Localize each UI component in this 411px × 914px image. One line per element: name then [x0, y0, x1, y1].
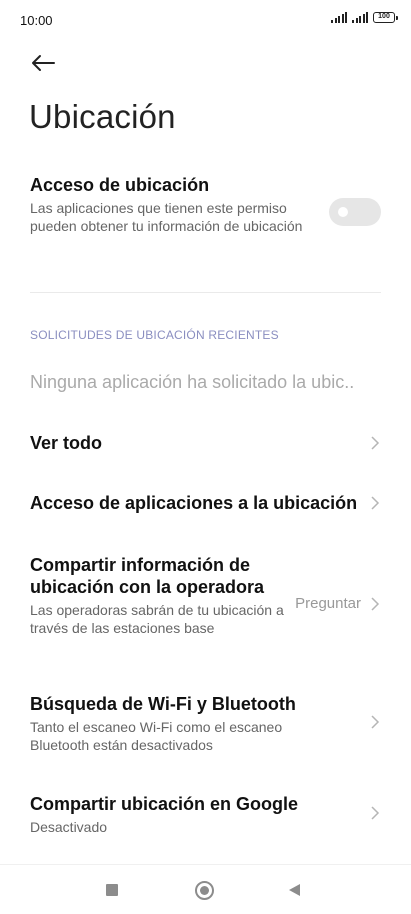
chevron-right-icon [371, 436, 380, 450]
chevron-right-icon [371, 597, 380, 611]
square-icon[interactable] [106, 884, 118, 896]
recent-requests-header: SOLICITUDES DE UBICACIÓN RECIENTES [30, 328, 279, 342]
battery-icon: 100 [373, 12, 398, 23]
carrier-sharing-description: Las operadoras sabrán de tu ubicación a … [30, 602, 284, 636]
wifi-bluetooth-scan-title: Búsqueda de Wi-Fi y Bluetooth [30, 694, 296, 714]
chevron-right-icon [371, 806, 380, 820]
status-icons: 100 [331, 12, 398, 23]
chevron-right-icon [371, 496, 380, 510]
see-all-title: Ver todo [30, 433, 103, 453]
triangle-back-icon[interactable] [289, 884, 300, 896]
wifi-bluetooth-scan-description: Tanto el escaneo Wi-Fi como el escaneo B… [30, 719, 283, 753]
location-access-row[interactable]: Acceso de ubicación Las aplicaciones que… [30, 174, 381, 235]
wifi-bluetooth-scan-row[interactable]: Búsqueda de Wi-Fi y Bluetooth Tanto el e… [30, 693, 381, 755]
recent-requests-empty: Ninguna aplicación ha solicitado la ubic… [30, 372, 355, 392]
arrow-left-icon [32, 55, 55, 71]
toggle-knob [338, 207, 348, 217]
location-access-toggle[interactable] [329, 198, 381, 226]
signal-icon [331, 12, 347, 23]
system-nav-bar [0, 864, 411, 914]
app-access-row[interactable]: Acceso de aplicaciones a la ubicación [30, 492, 381, 514]
google-sharing-title: Compartir ubicación en Google [30, 794, 299, 814]
divider [30, 292, 381, 293]
google-sharing-row[interactable]: Compartir ubicación en Google Desactivad… [30, 793, 381, 837]
carrier-sharing-title: Compartir información de ubicación con l… [30, 555, 265, 597]
circle-icon[interactable] [195, 881, 214, 900]
page-title: Ubicación [29, 98, 176, 135]
location-access-description: Las aplicaciones que tienen este permiso… [30, 200, 303, 234]
carrier-sharing-row[interactable]: Compartir información de ubicación con l… [30, 554, 381, 656]
app-access-title: Acceso de aplicaciones a la ubicación [30, 493, 358, 513]
google-sharing-description: Desactivado [30, 819, 108, 835]
chevron-right-icon [371, 715, 380, 729]
carrier-sharing-value: Preguntar [295, 595, 361, 612]
back-button[interactable] [28, 48, 58, 78]
status-bar: 10:00 100 [0, 0, 411, 40]
location-access-title: Acceso de ubicación [30, 175, 210, 195]
see-all-row[interactable]: Ver todo [30, 432, 381, 454]
signal-icon-2 [352, 12, 368, 23]
status-time: 10:00 [20, 13, 53, 28]
